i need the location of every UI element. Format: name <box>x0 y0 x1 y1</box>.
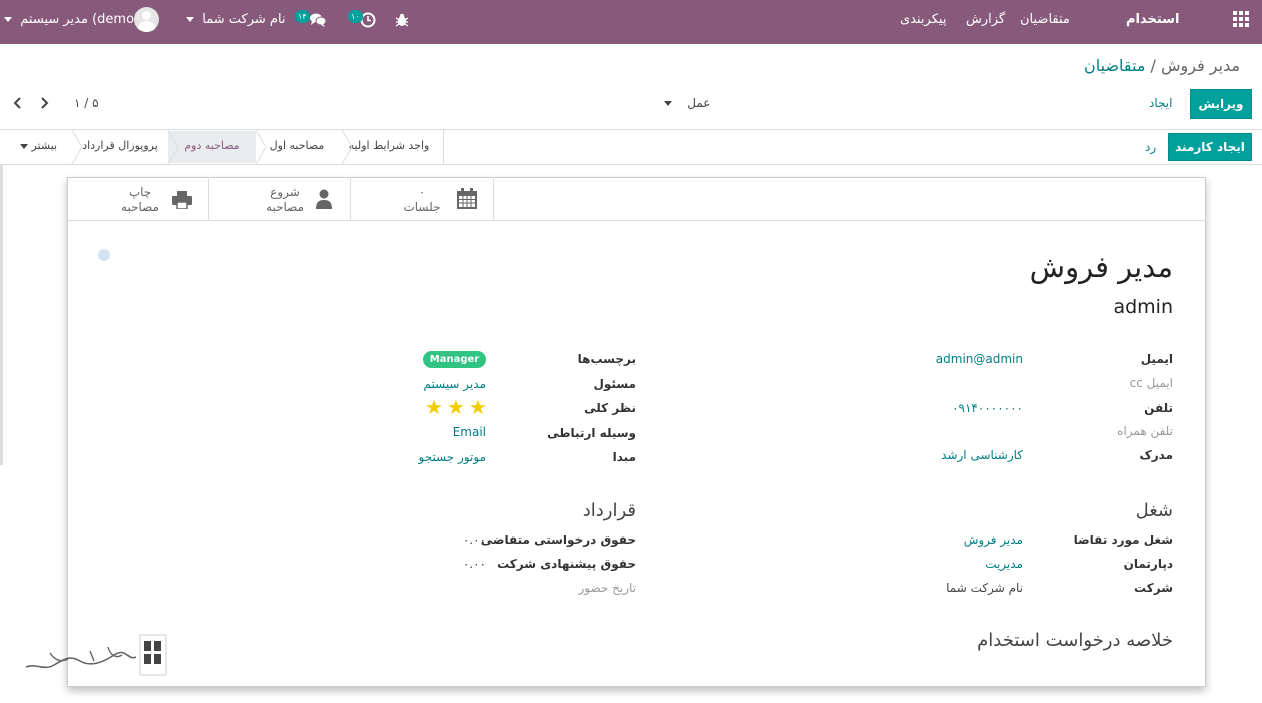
applied-job-label: شغل مورد تقاضا <box>1073 533 1173 547</box>
company-switcher[interactable]: نام شرکت شما <box>186 0 286 44</box>
meetings-label: جلسات <box>403 200 441 214</box>
department-value[interactable]: مدیریت <box>985 557 1023 571</box>
caret-down-icon <box>664 101 672 106</box>
proposed-salary-value: ۰.۰۰ <box>462 557 486 571</box>
start-interview-line1: شروع <box>270 185 300 199</box>
debug-bug-icon[interactable] <box>395 0 409 44</box>
more-stages-dropdown[interactable]: بیشتر <box>20 139 57 152</box>
star-icon[interactable]: ★ <box>425 397 443 417</box>
company-label: شرکت <box>1134 581 1173 595</box>
breadcrumb-current: مدیر فروش <box>1160 56 1241 75</box>
medium-label: وسیله ارتباطی <box>547 426 636 440</box>
pager-previous-icon[interactable] <box>11 95 25 115</box>
pager-value[interactable]: ۱ / ۵ <box>74 96 99 110</box>
scroll-edge <box>0 165 3 465</box>
print-interview-line2: مصاحبه <box>121 200 159 214</box>
menu-applicants[interactable]: متقاضیان <box>1020 0 1070 44</box>
responsible-label: مسئول <box>593 377 636 391</box>
action-label: عمل <box>687 96 711 110</box>
user-menu[interactable]: مدیر سیستم (demo) <box>4 0 139 44</box>
breadcrumb-applicants-link[interactable]: متقاضیان <box>1084 56 1145 75</box>
menu-configuration[interactable]: پیکربندی <box>900 0 946 44</box>
print-interview-line1: چاپ <box>128 185 152 199</box>
degree-label: مدرک <box>1139 448 1173 462</box>
breadcrumb: مدیر فروش / متقاضیان <box>1084 56 1240 75</box>
rating-label: نظر کلی <box>584 401 636 415</box>
app-title[interactable]: استخدام <box>1126 0 1179 44</box>
printer-icon <box>172 191 192 209</box>
source-value[interactable]: موتور جستجو <box>419 450 486 464</box>
expected-salary-value: ۰.۰۰ <box>462 533 486 547</box>
company-value: نام شرکت شما <box>946 581 1023 595</box>
department-label: دپارتمان <box>1123 557 1173 571</box>
star-icon[interactable]: ★ <box>469 397 487 417</box>
availability-label: تاریخ حضور <box>578 581 636 595</box>
start-interview-line2: مصاحبه <box>266 200 304 214</box>
email-label: ایمیل <box>1140 352 1173 366</box>
caret-down-icon <box>4 17 12 22</box>
edit-button[interactable]: ویرایش <box>1190 89 1252 119</box>
messages-count-badge: ۱۴ <box>295 10 310 23</box>
applied-job-value[interactable]: مدیر فروش <box>964 533 1023 547</box>
caret-down-icon <box>20 143 28 149</box>
source-label: مبدا <box>612 450 636 464</box>
start-interview-smart-button[interactable]: شروع مصاحبه <box>208 177 350 221</box>
tag-badge[interactable]: Manager <box>423 351 486 368</box>
medium-value[interactable]: Email <box>453 425 486 439</box>
meetings-count: ۰ <box>418 185 426 199</box>
form-title: مدیر فروش <box>1029 250 1173 284</box>
tags-label: برچسب‌ها <box>577 352 636 366</box>
expected-salary-label: حقوق درخواستی متقاضی <box>480 533 636 547</box>
create-button[interactable]: ایجاد <box>1149 96 1172 110</box>
more-label: بیشتر <box>31 139 58 152</box>
user-name: مدیر سیستم (demo) <box>20 12 140 27</box>
caret-down-icon <box>186 17 194 22</box>
phone-label: تلفن <box>1144 401 1173 415</box>
application-summary-title: خلاصه درخواست استخدام <box>977 630 1173 651</box>
watermark-logo <box>25 634 167 676</box>
meetings-smart-button[interactable]: ۰ جلسات <box>350 177 494 221</box>
responsible-value[interactable]: مدیر سیستم <box>424 377 487 391</box>
applicant-name: admin <box>1113 296 1173 318</box>
pager-next-icon[interactable] <box>37 95 51 115</box>
star-icon[interactable]: ★ <box>447 397 465 417</box>
company-name: نام شرکت شما <box>202 12 286 27</box>
refuse-button[interactable]: رد <box>1145 140 1156 154</box>
mobile-label: تلفن همراه <box>1117 424 1173 438</box>
action-dropdown[interactable]: عمل <box>664 96 710 110</box>
user-icon <box>316 189 332 209</box>
menu-reports[interactable]: گزارش <box>966 0 1005 44</box>
activities-clock-icon[interactable] <box>360 0 376 44</box>
phone-value[interactable]: ۰۹۱۴۰۰۰۰۰۰۰ <box>952 401 1023 415</box>
activities-count-badge: ۱۰ <box>348 10 363 23</box>
top-navbar: استخدام متقاضیان گزارش پیکربندی ۱۰ ۱۴ نا… <box>0 0 1262 44</box>
breadcrumb-separator: / <box>1150 56 1156 75</box>
calendar-icon <box>457 188 477 209</box>
proposed-salary-label: حقوق پیشنهادی شرکت <box>497 557 636 571</box>
print-interview-smart-button[interactable]: چاپ مصاحبه <box>68 177 208 221</box>
user-avatar[interactable] <box>134 7 159 32</box>
contract-section-title: قرارداد <box>582 500 636 521</box>
job-section-title: شغل <box>1135 500 1173 521</box>
apps-menu-icon[interactable] <box>1233 11 1251 29</box>
stage-arrows <box>71 130 353 164</box>
degree-value[interactable]: کارشناسی ارشد <box>941 448 1023 462</box>
priority-dot[interactable] <box>98 249 110 261</box>
email-cc-label: ایمیل cc <box>1129 376 1173 390</box>
create-employee-button[interactable]: ایجاد کارمند <box>1168 133 1252 161</box>
messages-chat-icon[interactable] <box>309 0 327 44</box>
email-value[interactable]: admin@admin <box>936 352 1023 366</box>
control-panel: مدیر فروش / متقاضیان ویرایش ایجاد عمل ۱ … <box>0 44 1262 130</box>
